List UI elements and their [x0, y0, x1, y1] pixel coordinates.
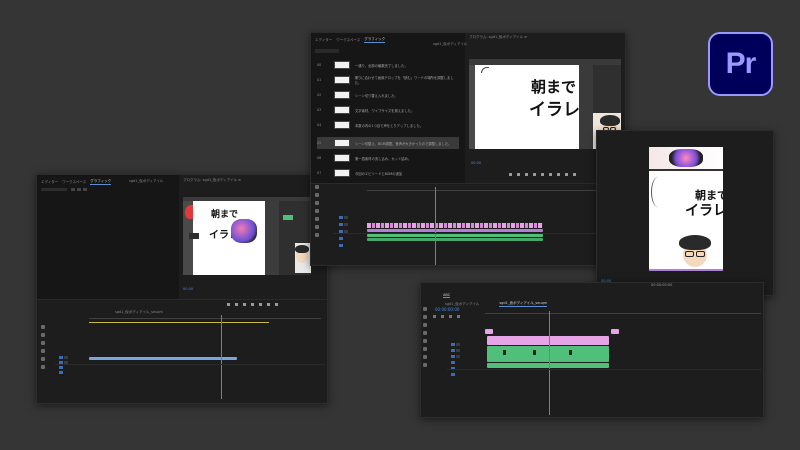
playhead[interactable] — [221, 315, 222, 399]
history-item[interactable]: 06 第一週素材の流し込み、カット詰め。 — [317, 152, 459, 164]
art-text-right: 朝まで — [695, 189, 723, 202]
grid-icon[interactable] — [83, 188, 87, 191]
clip-strip-pink[interactable] — [367, 223, 543, 228]
window-left: エディター ワークスペース グラフィック sgd1_仮ボディアイル プログラム:… — [36, 174, 328, 404]
history-panel: エディター ワークスペース グラフィック sgd1_仮ボディアイル 00 一通り、… — [311, 33, 468, 183]
tab-graphics-c[interactable]: グラフィック — [364, 37, 386, 43]
clip-green-audio[interactable] — [487, 363, 609, 368]
playhead-r[interactable] — [549, 311, 550, 415]
transport-controls[interactable] — [227, 303, 278, 306]
clip-green[interactable] — [367, 234, 543, 237]
history-item-selected[interactable]: 05 シーン切替え、BGM調整。音声が大きかったので調整しました。 — [317, 137, 459, 149]
timecode-right-top: 00:00:00:00 — [651, 282, 673, 287]
tab-editor[interactable]: エディター — [41, 180, 58, 185]
art-text-small: 朝まで — [211, 210, 239, 220]
filter-icon[interactable] — [71, 188, 75, 191]
timecode-center: 00:00 — [471, 161, 482, 165]
history-item[interactable]: 04 本数の内の1つ目で声をとりアップしました。 — [317, 119, 459, 131]
art-text-center-2: イラレ — [529, 100, 580, 120]
transport-controls-c[interactable] — [509, 173, 576, 176]
window-right-front: ABC sgd1_仮ボディアイル sgd1_仮ボディアイル_seuqm 00:0… — [420, 282, 764, 418]
history-item[interactable]: 02 シーン切り替え入れました。 — [317, 89, 459, 101]
clip-pink-main[interactable] — [487, 336, 609, 345]
window-right-back: 朝まで イラレ 00:00 — [596, 130, 774, 296]
search-field[interactable] — [41, 188, 67, 191]
tab-workspace-c[interactable]: ワークスペース — [336, 38, 360, 43]
project-label-c: sgd1_仮ボディアイル — [433, 42, 468, 46]
clip-green-main[interactable] — [487, 346, 609, 362]
history-item[interactable]: 03 文字素材、ワイプサイズを揃えました。 — [317, 104, 459, 116]
tab-editor-c[interactable]: エディター — [315, 38, 332, 43]
premiere-pro-logo: Pr — [708, 32, 773, 96]
logo-text: Pr — [725, 47, 757, 80]
timecode-right: 00:00:00:00 — [435, 307, 460, 312]
search-field-c[interactable] — [315, 49, 339, 53]
program-monitor-title-c: プログラム: sgd1_仮ボディアイル ≡ — [469, 35, 528, 39]
tab-workspace[interactable]: ワークスペース — [62, 180, 86, 185]
tab-abc[interactable]: ABC — [443, 293, 451, 298]
history-item[interactable]: 00 一通り、全部の編集完了しました。 — [317, 59, 459, 71]
clip-green-2[interactable] — [367, 238, 543, 241]
tool-panel-r[interactable] — [423, 307, 427, 367]
seq-tab-1[interactable]: sgd1_仮ボディアイル — [445, 302, 479, 307]
art-text-center: 朝まで — [531, 78, 577, 96]
clip-pink-small[interactable] — [485, 329, 493, 334]
timeline-clip[interactable] — [89, 357, 237, 360]
project-label: sgd1_仮ボディアイル — [129, 179, 164, 183]
program-monitor-preview: 朝まで イラレ — [183, 197, 311, 275]
seq-tab-2[interactable]: sgd1_仮ボディアイル_seuqm — [499, 301, 548, 307]
window-center: エディター ワークスペース グラフィック sgd1_仮ボディアイル 00 一通り、… — [310, 32, 626, 266]
art-text-right-2: イラレ — [685, 203, 723, 219]
tab-graphics[interactable]: グラフィック — [90, 179, 112, 185]
vertical-preview: 朝まで イラレ — [649, 147, 723, 271]
program-monitor-title: プログラム: sgd1_仮ボディアイル ≡ — [183, 178, 242, 182]
clip-purple[interactable] — [367, 229, 543, 232]
tool-panel-c[interactable] — [315, 185, 319, 237]
list-icon[interactable] — [77, 188, 81, 191]
history-item[interactable]: 01 喋りに合わせて画像テロップを「読む」ワードの場所を調整しました。 — [317, 74, 459, 86]
history-item[interactable]: 07 今回のエピソードとBGMの追加 — [317, 167, 459, 179]
colorful-logo-r — [669, 149, 703, 167]
timecode-left: 00:00 — [183, 287, 194, 291]
playhead-c[interactable] — [435, 187, 436, 265]
tool-panel[interactable] — [41, 325, 45, 369]
clip-pink-small-2[interactable] — [611, 329, 619, 334]
project-panel: エディター ワークスペース グラフィック sgd1_仮ボディアイル — [37, 175, 179, 299]
colorful-logo — [231, 219, 257, 243]
timeline-tab[interactable]: sgd1_仮ボディアイル_seuqm — [115, 310, 163, 315]
